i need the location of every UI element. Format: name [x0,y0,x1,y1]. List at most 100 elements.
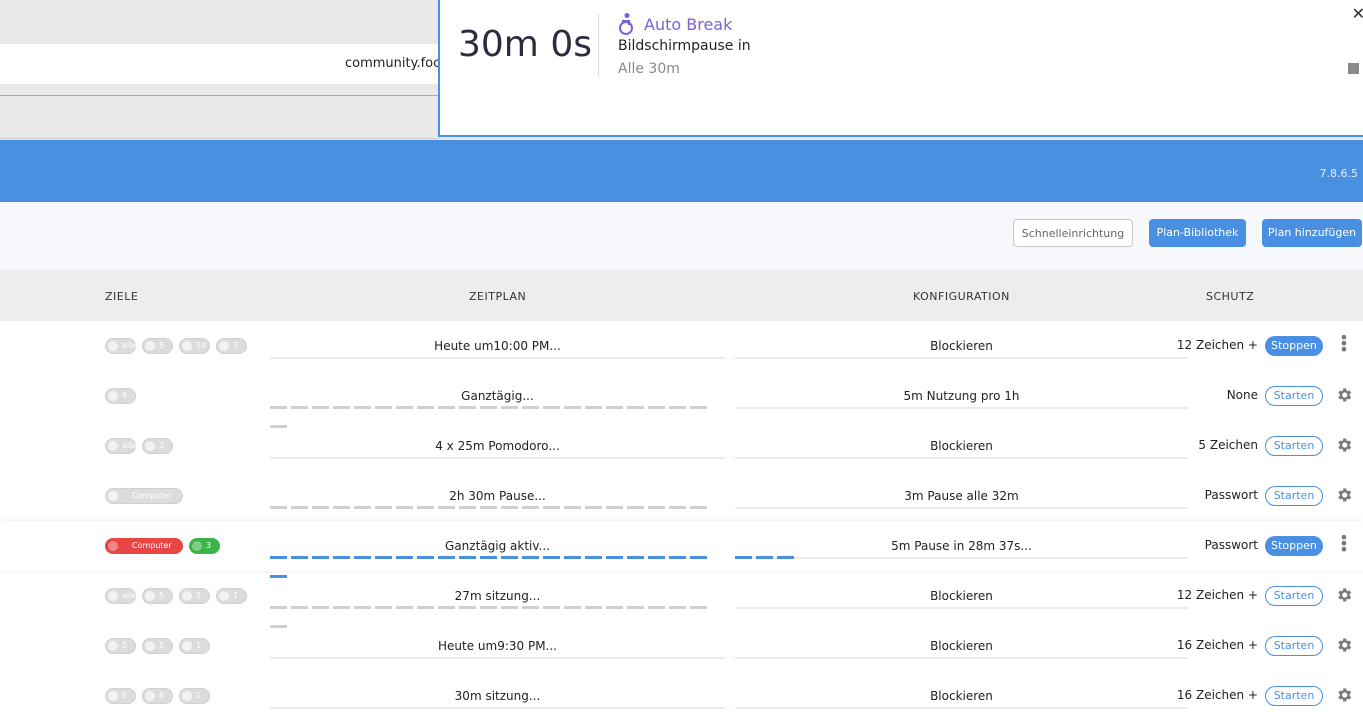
start-button[interactable]: Starten [1265,586,1323,606]
target-pill[interactable]: 9 [105,388,136,404]
start-button[interactable]: Starten [1265,636,1323,656]
target-pill[interactable]: 5 [105,638,136,654]
timeline-segment [543,556,560,559]
timeline-segment [522,406,539,409]
config-cell[interactable]: Blockieren [735,439,1188,453]
timeline-segment [333,606,350,609]
schedule-cell[interactable]: 30m sitzung... [270,689,725,703]
target-pill[interactable]: 5 [179,588,210,604]
close-icon[interactable]: ✕ [1352,4,1363,23]
target-pill[interactable]: 5 [142,588,173,604]
schedule-cell[interactable]: Ganztägig aktiv... [270,539,725,553]
schedule-timeline [270,606,730,628]
gear-icon[interactable] [1335,436,1353,454]
start-button[interactable]: Starten [1265,486,1323,506]
config-cell[interactable]: 3m Pause alle 32m [735,489,1188,503]
target-pill[interactable]: 5 [142,338,173,354]
config-cell[interactable]: Blockieren [735,639,1188,653]
schedule-cell[interactable]: 4 x 25m Pomodoro... [270,439,725,453]
plan-library-button[interactable]: Plan-Bibliothek [1149,219,1246,247]
version-label: 7.8.6.5 [1319,167,1358,180]
gear-icon[interactable] [1335,686,1353,704]
target-pill[interactable]: Computer [105,538,183,554]
table-row[interactable]: 5 6 1 30m sitzung... Blockieren 16 Zeichen + S… [0,671,1363,721]
timeline-segment [270,606,287,609]
timeline-segment [312,506,329,509]
timeline-segment [438,556,455,559]
config-cell[interactable]: 5m Pause in 28m 37s... [735,539,1188,553]
table-row[interactable]: Computer 3 Ganztägig aktiv... 5m Pause in 2… [0,521,1363,578]
stop-button[interactable]: Stoppen [1265,336,1323,356]
table-row[interactable]: Computer 2h 30m Pause... 3m Pause alle 32m… [0,471,1363,528]
stop-button[interactable]: Stoppen [1265,536,1323,556]
protection-cell: Passwort [1204,488,1258,502]
start-button[interactable]: Starten [1265,386,1323,406]
add-plan-button[interactable]: Plan hinzufügen [1262,219,1362,247]
timeline-segment [648,406,665,409]
target-pill-label: 5 [196,591,202,600]
target-pill[interactable]: alle [105,338,136,354]
target-pill[interactable]: 1 [179,638,210,654]
table-row[interactable]: alle 5 14 1 Heute um10:00 PM... Blockieren 12 … [0,321,1363,371]
table-row[interactable]: alle 3 4 x 25m Pomodoro... Blockieren 5 Zeic… [0,421,1363,471]
target-pill[interactable]: 5 [142,638,173,654]
target-pill[interactable]: 1 [179,688,210,704]
gear-icon[interactable] [1335,586,1353,604]
more-options-icon[interactable]: • • • [1337,330,1351,358]
target-pill-label: 1 [233,591,239,600]
divider [598,14,599,76]
address-bar[interactable]: community.foc [0,44,440,84]
divider [270,357,725,359]
target-pill[interactable]: alle [105,588,136,604]
targets-cell: 5 5 1 [105,638,216,654]
target-pill[interactable]: Computer [105,488,183,504]
timeline-segment [354,406,371,409]
target-pill[interactable]: 14 [179,338,210,354]
gear-icon[interactable] [1335,386,1353,404]
target-pill-label: alle [122,341,137,350]
gear-icon[interactable] [1335,486,1353,504]
more-options-icon[interactable]: • • • [1337,530,1351,558]
schedule-cell[interactable]: 2h 30m Pause... [270,489,725,503]
target-pill[interactable]: 6 [142,688,173,704]
timeline-segment [501,506,518,509]
timeline-segment [564,606,581,609]
target-pill-label: 14 [196,341,207,350]
table-row[interactable]: 5 5 1 Heute um9:30 PM... Blockieren 16 Zeiche… [0,621,1363,671]
config-cell[interactable]: Blockieren [735,589,1188,603]
quick-setup-button[interactable]: Schnelleinrichtung [1013,219,1133,247]
target-pill[interactable]: 1 [216,588,247,604]
toggle-knob-icon [108,541,118,551]
schedule-timeline [270,506,730,528]
timeline-segment [585,606,602,609]
start-button[interactable]: Starten [1265,436,1323,456]
toggle-knob-icon [145,691,155,701]
target-pill[interactable]: 5 [105,688,136,704]
schedule-cell[interactable]: Ganztägig... [270,389,725,403]
schedule-cell[interactable]: 27m sitzung... [270,589,725,603]
target-pill[interactable]: 3 [189,538,220,554]
table-row[interactable]: alle 5 5 1 27m sitzung... Blockieren 12 Zeiche… [0,571,1363,628]
config-cell[interactable]: 5m Nutzung pro 1h [735,389,1188,403]
target-pill[interactable]: alle [105,438,136,454]
schedule-cell[interactable]: Heute um10:00 PM... [270,339,725,353]
column-header-protection: SCHUTZ [1206,290,1255,303]
schedule-cell[interactable]: Heute um9:30 PM... [270,639,725,653]
table-row[interactable]: 9 Ganztägig... 5m Nutzung pro 1h None Starte… [0,371,1363,428]
stop-icon[interactable] [1348,63,1359,74]
timeline-segment [438,506,455,509]
config-cell[interactable]: Blockieren [735,689,1188,703]
divider [735,657,1188,659]
target-pill[interactable]: 3 [142,438,173,454]
toolbar: Schnelleinrichtung Plan-Bibliothek Plan … [0,202,1363,270]
timeline-segment [690,556,707,559]
toggle-knob-icon [108,441,118,451]
start-button[interactable]: Starten [1265,686,1323,706]
target-pill[interactable]: 1 [216,338,247,354]
gear-icon[interactable] [1335,636,1353,654]
auto-break-notification: 30m 0s Auto Break Bildschirmpause in All… [438,0,1363,137]
toggle-knob-icon [108,491,118,501]
toggle-knob-icon [182,641,192,651]
config-cell[interactable]: Blockieren [735,339,1188,353]
timeline-segment [543,506,560,509]
